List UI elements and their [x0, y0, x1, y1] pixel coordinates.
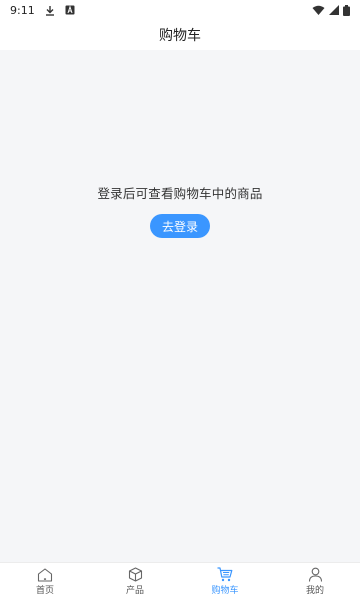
login-button[interactable]: 去登录 [150, 214, 210, 238]
status-time: 9:11 [10, 3, 35, 17]
screen: 9:11 购物车 登录后可查看购物车中的商品 去登录 首页 产品 购物车 我的 [0, 0, 360, 600]
nav-label-products: 产品 [125, 586, 144, 596]
signal-icon [329, 5, 339, 15]
cart-content: 登录后可查看购物车中的商品 去登录 [0, 50, 360, 562]
nav-label-home: 首页 [35, 585, 54, 596]
wifi-icon [312, 5, 325, 15]
nav-item-home[interactable]: 首页 [0, 563, 90, 600]
page-title: 购物车 [159, 28, 201, 44]
user-icon [308, 567, 323, 582]
nav-item-products[interactable]: 产品 [90, 563, 180, 600]
home-icon [37, 567, 53, 582]
status-bar-right [312, 4, 350, 16]
nav-item-mine[interactable]: 我的 [270, 563, 360, 600]
box-icon [128, 567, 143, 582]
nav-item-cart[interactable]: 购物车 [180, 563, 270, 600]
bottom-nav: 首页 产品 购物车 我的 [0, 562, 360, 600]
status-bar: 9:11 [0, 0, 360, 20]
nav-label-mine: 我的 [305, 586, 324, 596]
status-bar-left: 9:11 [10, 4, 75, 17]
cart-icon [217, 567, 233, 582]
app-header: 购物车 [0, 20, 360, 50]
battery-icon [343, 4, 350, 16]
nav-label-cart: 购物车 [211, 586, 239, 596]
empty-cart-message: 登录后可查看购物车中的商品 [97, 186, 263, 201]
download-icon [45, 5, 55, 16]
a-icon [65, 5, 75, 15]
